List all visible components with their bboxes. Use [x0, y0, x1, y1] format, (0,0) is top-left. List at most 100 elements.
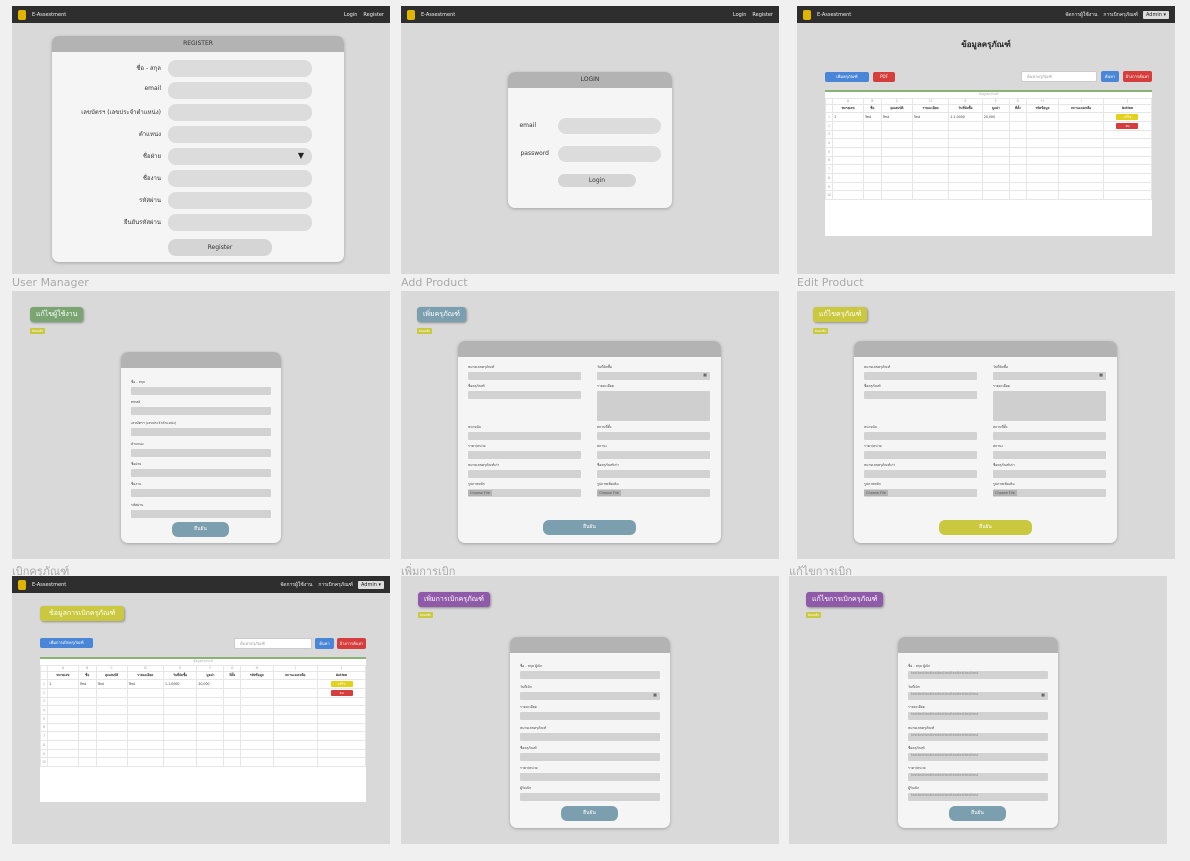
search-input[interactable]: ค้นหาครุภัณฑ์	[1021, 71, 1097, 82]
input-borrow-date[interactable]: testtesttesttesttesttesttesttesttesttest…	[908, 692, 1048, 700]
input-product-number[interactable]	[468, 372, 581, 380]
input-borrow-date[interactable]: ▦	[520, 692, 660, 700]
input-old-number[interactable]	[864, 470, 977, 478]
back-button[interactable]: ย้อนกลับ	[418, 612, 434, 618]
register-button[interactable]: Register	[168, 239, 272, 256]
nav-manage-users[interactable]: จัดการผู้ใช้งาน	[1065, 11, 1097, 19]
calendar-icon[interactable]: ▦	[1041, 692, 1045, 697]
admin-dropdown[interactable]: Admin ▾	[357, 580, 384, 589]
clear-search-button[interactable]: ล้างการค้นหา	[1123, 71, 1152, 82]
confirm-button[interactable]: ยืนยัน	[172, 522, 229, 537]
file-extra-image[interactable]: Choose File	[993, 489, 1106, 497]
file-main-image[interactable]: Choose File	[864, 489, 977, 497]
edit-button[interactable]: แก้ไข	[1116, 114, 1139, 121]
add-product-button[interactable]: เพิ่มครุภัณฑ์	[825, 72, 869, 82]
nav-login[interactable]: Login	[733, 12, 747, 18]
nav-register[interactable]: Register	[752, 12, 773, 18]
input-location[interactable]	[993, 432, 1106, 440]
input-price[interactable]	[520, 773, 660, 781]
brand[interactable]: E-Assestment	[817, 12, 1059, 18]
brand[interactable]: E-Assestment	[32, 582, 274, 588]
input-email[interactable]	[168, 82, 312, 99]
input-department[interactable]	[131, 469, 271, 477]
input-price[interactable]	[468, 451, 581, 459]
input-product-number[interactable]: testtesttesttesttesttesttesttesttesttest	[908, 733, 1048, 741]
choose-file-button[interactable]: Choose File	[468, 490, 492, 496]
input-old-name[interactable]	[597, 470, 710, 478]
confirm-button[interactable]: ยืนยัน	[939, 520, 1032, 535]
input-receiver[interactable]: testtesttesttesttesttesttesttesttesttest	[908, 793, 1048, 801]
input-email[interactable]	[558, 118, 661, 134]
admin-dropdown[interactable]: Admin ▾	[1142, 10, 1169, 19]
input-work[interactable]	[168, 170, 312, 187]
input-status[interactable]	[597, 451, 710, 459]
input-password[interactable]	[131, 510, 271, 518]
back-button[interactable]: ย้อนกลับ	[806, 612, 822, 618]
add-borrow-button[interactable]: เพิ่มการเบิกครุภัณฑ์	[40, 638, 93, 648]
nav-borrow-items[interactable]: การเบิกครุภัณฑ์	[1103, 11, 1138, 19]
input-fullname[interactable]	[168, 60, 312, 77]
input-product-number[interactable]	[864, 372, 977, 380]
delete-button[interactable]: ลบ	[1116, 122, 1139, 129]
search-input[interactable]: ค้นหาครุภัณฑ์	[234, 638, 312, 649]
input-description[interactable]	[520, 712, 660, 720]
input-old-number[interactable]	[468, 470, 581, 478]
choose-file-button[interactable]: Choose File	[993, 490, 1017, 496]
nav-register[interactable]: Register	[363, 12, 384, 18]
input-idcard[interactable]	[168, 104, 312, 121]
pdf-button[interactable]: PDF	[873, 72, 895, 82]
input-work[interactable]	[131, 489, 271, 497]
clear-search-button[interactable]: ล้างการค้นหา	[337, 638, 366, 649]
edit-button[interactable]: แก้ไข	[330, 681, 353, 688]
search-button[interactable]: ค้นหา	[315, 638, 334, 649]
brand[interactable]: E-Assestment	[32, 12, 338, 18]
input-receiver[interactable]	[520, 793, 660, 801]
brand[interactable]: E-Assestment	[421, 12, 727, 18]
input-product-name[interactable]: testtesttesttesttesttesttesttesttesttest	[908, 753, 1048, 761]
choose-file-button[interactable]: Choose File	[864, 490, 888, 496]
nav-login[interactable]: Login	[344, 12, 358, 18]
input-description[interactable]: testtesttesttesttesttesttesttesttesttest	[908, 712, 1048, 720]
input-confirm[interactable]	[168, 214, 312, 231]
input-purchase-date[interactable]: ▦	[993, 372, 1106, 380]
input-position[interactable]	[131, 449, 271, 457]
login-button[interactable]: Login	[558, 174, 636, 187]
back-button[interactable]: ย้อนกลับ	[30, 328, 46, 334]
confirm-button[interactable]: ยืนยัน	[561, 806, 618, 821]
input-email[interactable]	[131, 407, 271, 415]
textarea-description[interactable]	[597, 391, 710, 421]
input-password[interactable]	[558, 146, 661, 162]
nav-borrow-items[interactable]: การเบิกครุภัณฑ์	[318, 581, 353, 589]
input-password[interactable]	[168, 192, 312, 209]
select-department[interactable]: ▼	[168, 148, 312, 165]
input-position[interactable]	[168, 126, 312, 143]
file-extra-image[interactable]: Choose File	[597, 489, 710, 497]
input-unit[interactable]	[864, 432, 977, 440]
calendar-icon[interactable]: ▦	[653, 692, 657, 697]
confirm-button[interactable]: ยืนยัน	[949, 806, 1006, 821]
textarea-description[interactable]	[993, 391, 1106, 421]
input-unit[interactable]	[468, 432, 581, 440]
input-product-name[interactable]	[864, 391, 977, 399]
input-fullname[interactable]	[131, 387, 271, 395]
input-price[interactable]: testtesttesttesttesttesttesttesttesttest	[908, 773, 1048, 781]
input-status[interactable]	[993, 451, 1106, 459]
input-purchase-date[interactable]: ▦	[597, 372, 710, 380]
input-location[interactable]	[597, 432, 710, 440]
input-product-name[interactable]	[468, 391, 581, 399]
input-product-number[interactable]	[520, 733, 660, 741]
back-button[interactable]: ย้อนกลับ	[417, 328, 433, 334]
input-product-name[interactable]	[520, 753, 660, 761]
nav-manage-users[interactable]: จัดการผู้ใช้งาน	[280, 581, 312, 589]
back-button[interactable]: ย้อนกลับ	[813, 328, 829, 334]
input-idcard[interactable]	[131, 428, 271, 436]
delete-button[interactable]: ลบ	[330, 689, 353, 696]
input-price[interactable]	[864, 451, 977, 459]
file-main-image[interactable]: Choose File	[468, 489, 581, 497]
calendar-icon[interactable]: ▦	[703, 372, 707, 377]
choose-file-button[interactable]: Choose File	[597, 490, 621, 496]
confirm-button[interactable]: ยืนยัน	[543, 520, 636, 535]
calendar-icon[interactable]: ▦	[1099, 372, 1103, 377]
input-borrower[interactable]	[520, 671, 660, 679]
input-old-name[interactable]	[993, 470, 1106, 478]
